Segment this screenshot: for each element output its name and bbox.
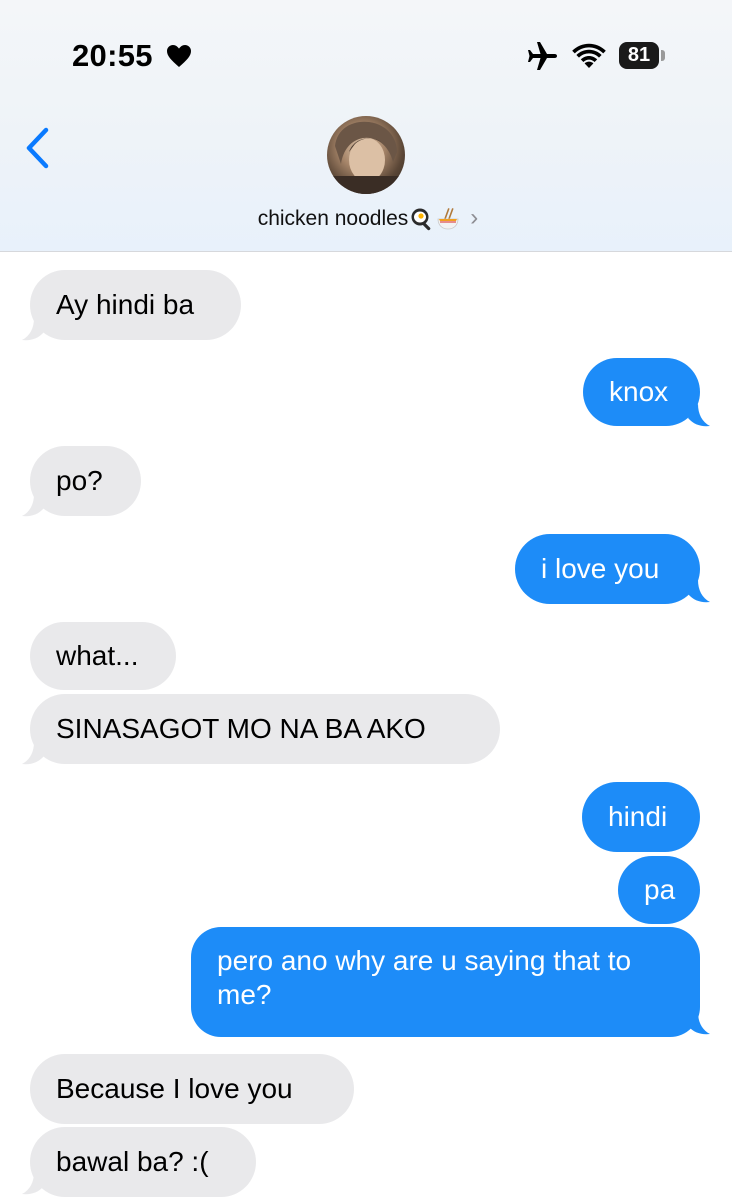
message-text: i love you [541, 553, 660, 584]
noodle-bowl-icon [437, 208, 459, 230]
egg-frying-icon [411, 208, 431, 231]
message-text: SINASAGOT MO NA BA AKO [56, 713, 426, 744]
battery-level: 81 [627, 44, 651, 66]
message-text: pa [644, 874, 676, 905]
message-received[interactable]: bawal ba? :( [30, 1127, 256, 1197]
contact-avatar[interactable] [327, 116, 405, 194]
status-time: 20:55 [72, 38, 153, 73]
battery-tip [661, 50, 665, 61]
wifi-icon [572, 43, 606, 68]
message-text: what... [56, 640, 139, 671]
contact-name-button[interactable]: chicken noodles › [0, 202, 732, 236]
message-text: Ay hindi ba [56, 289, 195, 320]
message-received[interactable]: po? [30, 446, 141, 516]
message-sent[interactable]: i love you [515, 534, 700, 604]
message-text: bawal ba? :( [56, 1146, 209, 1177]
avatar-photo [327, 121, 405, 194]
contact-name: chicken noodles [257, 207, 409, 230]
messages-screen: 20:55 81 chicken noodles › Ay hindi ba k… [0, 0, 732, 1200]
back-chevron-icon[interactable] [22, 126, 52, 170]
heart-icon [167, 45, 191, 67]
message-text: po? [56, 465, 103, 496]
airplane-icon [528, 42, 557, 70]
message-text: Because I love you [56, 1073, 293, 1104]
message-sent[interactable]: hindi [582, 782, 700, 852]
message-received[interactable]: SINASAGOT MO NA BA AKO [30, 694, 500, 764]
message-received[interactable]: Ay hindi ba [30, 270, 241, 340]
message-received[interactable]: Because I love you [30, 1054, 354, 1124]
message-received[interactable]: what... [30, 622, 176, 690]
message-sent[interactable]: knox [583, 358, 700, 426]
message-text: pero ano why are u saying that to me? [217, 945, 639, 1010]
conversation-header: 20:55 81 chicken noodles › [0, 0, 732, 252]
message-text: knox [609, 376, 669, 407]
chevron-right-icon: › [470, 204, 479, 231]
battery-indicator: 81 [619, 42, 659, 69]
message-text: hindi [608, 801, 668, 832]
message-sent[interactable]: pero ano why are u saying that to me? [191, 927, 700, 1037]
message-sent[interactable]: pa [618, 856, 700, 924]
